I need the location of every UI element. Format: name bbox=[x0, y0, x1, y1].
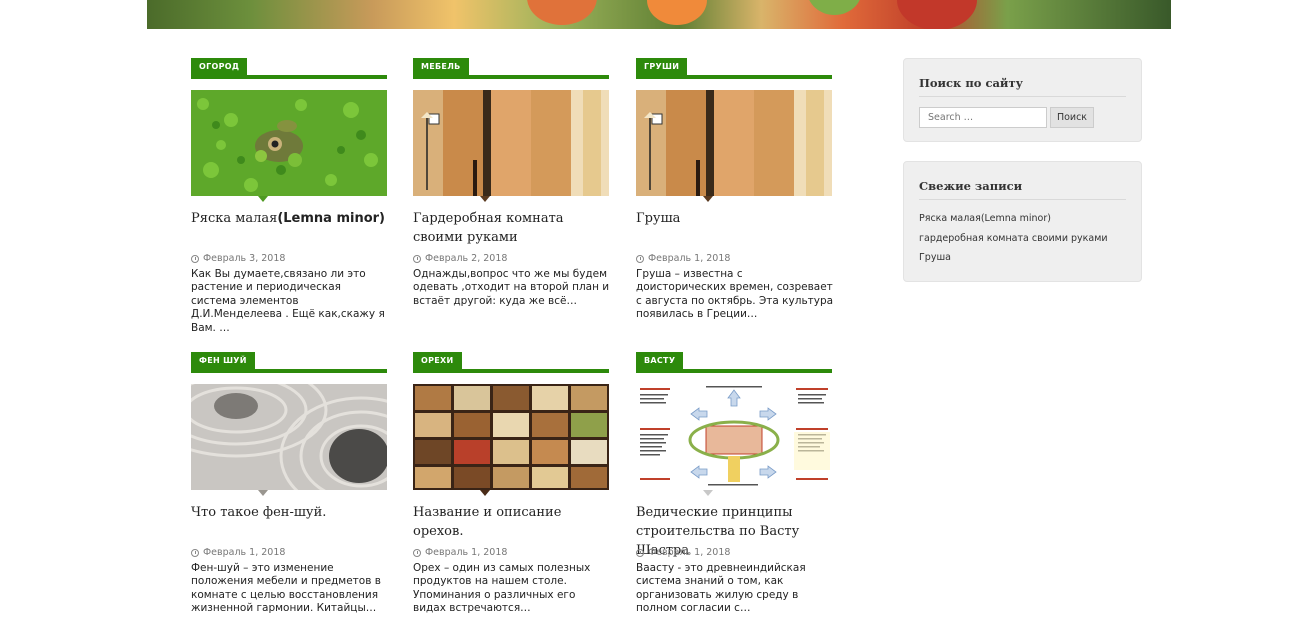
thumbnail-pointer bbox=[480, 490, 490, 496]
clock-icon bbox=[636, 254, 644, 263]
category-label[interactable]: ФЕН ШУЙ bbox=[191, 352, 255, 369]
post-date-link[interactable]: Февраль 1, 2018 bbox=[425, 547, 507, 558]
post-title[interactable]: Груша bbox=[636, 209, 836, 228]
recent-posts-list: Ряска малая(Lemna minor) гардеробная ком… bbox=[919, 209, 1126, 268]
search-form: Поиск bbox=[919, 107, 1126, 128]
thumbnail-pointer bbox=[703, 490, 713, 496]
post-thumbnail[interactable] bbox=[636, 384, 832, 490]
thumbnail-pointer bbox=[703, 196, 713, 202]
recent-post-link[interactable]: Ряска малая(Lemna minor) bbox=[919, 209, 1126, 229]
post-date-link[interactable]: Февраль 1, 2018 bbox=[648, 547, 730, 558]
post-excerpt: Ваасту - это древнеиндийская система зна… bbox=[636, 562, 806, 615]
post-thumbnail[interactable] bbox=[636, 90, 832, 196]
post-thumbnail[interactable] bbox=[413, 90, 609, 196]
clock-icon bbox=[191, 254, 199, 263]
post-title[interactable]: Что такое фен-шуй. bbox=[191, 503, 391, 522]
post-excerpt: Как Вы думаете,связано ли это растение и… bbox=[191, 268, 385, 334]
category-bar: ГРУШИ bbox=[636, 58, 832, 79]
post-title[interactable]: Гардеробная комната своими руками bbox=[413, 209, 613, 247]
thumbnail-pointer bbox=[258, 490, 268, 496]
post-date-link[interactable]: Февраль 3, 2018 bbox=[203, 253, 285, 264]
post-thumbnail[interactable] bbox=[413, 384, 609, 490]
recent-post-link[interactable]: Груша bbox=[919, 248, 1126, 268]
category-label[interactable]: МЕБЕЛЬ bbox=[413, 58, 469, 75]
category-bar: ОГОРОД bbox=[191, 58, 387, 79]
recent-posts-title: Свежие записи bbox=[919, 162, 1126, 200]
search-button[interactable]: Поиск bbox=[1050, 107, 1094, 128]
header-banner-image bbox=[147, 0, 1171, 29]
search-input[interactable] bbox=[919, 107, 1047, 128]
thumbnail-pointer bbox=[480, 196, 490, 202]
category-label[interactable]: ОРЕХИ bbox=[413, 352, 462, 369]
post-date: Февраль 3, 2018 bbox=[191, 253, 285, 264]
clock-icon bbox=[413, 254, 421, 263]
post-date: Февраль 1, 2018 bbox=[191, 547, 285, 558]
recent-posts-widget: Свежие записи Ряска малая(Lemna minor) г… bbox=[903, 161, 1142, 282]
category-label[interactable]: ОГОРОД bbox=[191, 58, 248, 75]
category-bar: МЕБЕЛЬ bbox=[413, 58, 609, 79]
clock-icon bbox=[636, 548, 644, 557]
post-title[interactable]: Название и описание орехов. bbox=[413, 503, 613, 541]
category-bar: ОРЕХИ bbox=[413, 352, 609, 373]
post-date-link[interactable]: Февраль 2, 2018 bbox=[425, 253, 507, 264]
category-label[interactable]: ГРУШИ bbox=[636, 58, 688, 75]
thumbnail-pointer bbox=[258, 196, 268, 202]
recent-post-link[interactable]: гардеробная комната своими руками bbox=[919, 229, 1126, 249]
category-bar: ВАСТУ bbox=[636, 352, 832, 373]
post-excerpt: Орех – один из самых полезных продуктов … bbox=[413, 562, 591, 615]
post-date: Февраль 2, 2018 bbox=[413, 253, 507, 264]
search-widget-title: Поиск по сайту bbox=[919, 59, 1126, 97]
post-date-link[interactable]: Февраль 1, 2018 bbox=[203, 547, 285, 558]
post-thumbnail[interactable] bbox=[191, 384, 387, 490]
post-date: Февраль 1, 2018 bbox=[636, 253, 730, 264]
post-thumbnail[interactable] bbox=[191, 90, 387, 196]
clock-icon bbox=[191, 548, 199, 557]
search-widget: Поиск по сайту Поиск bbox=[903, 58, 1142, 142]
post-title[interactable]: Ряска малая(Lemna minor) bbox=[191, 209, 391, 228]
post-date: Февраль 1, 2018 bbox=[636, 547, 730, 558]
category-bar: ФЕН ШУЙ bbox=[191, 352, 387, 373]
post-excerpt: Однажды,вопрос что же мы будем одевать ,… bbox=[413, 268, 610, 307]
post-date-link[interactable]: Февраль 1, 2018 bbox=[648, 253, 730, 264]
post-date: Февраль 1, 2018 bbox=[413, 547, 507, 558]
post-excerpt: Фен-шуй – это изменение положения мебели… bbox=[191, 562, 381, 615]
category-label[interactable]: ВАСТУ bbox=[636, 352, 684, 369]
post-excerpt: Груша – известна с доисторических времен… bbox=[636, 268, 834, 321]
clock-icon bbox=[413, 548, 421, 557]
